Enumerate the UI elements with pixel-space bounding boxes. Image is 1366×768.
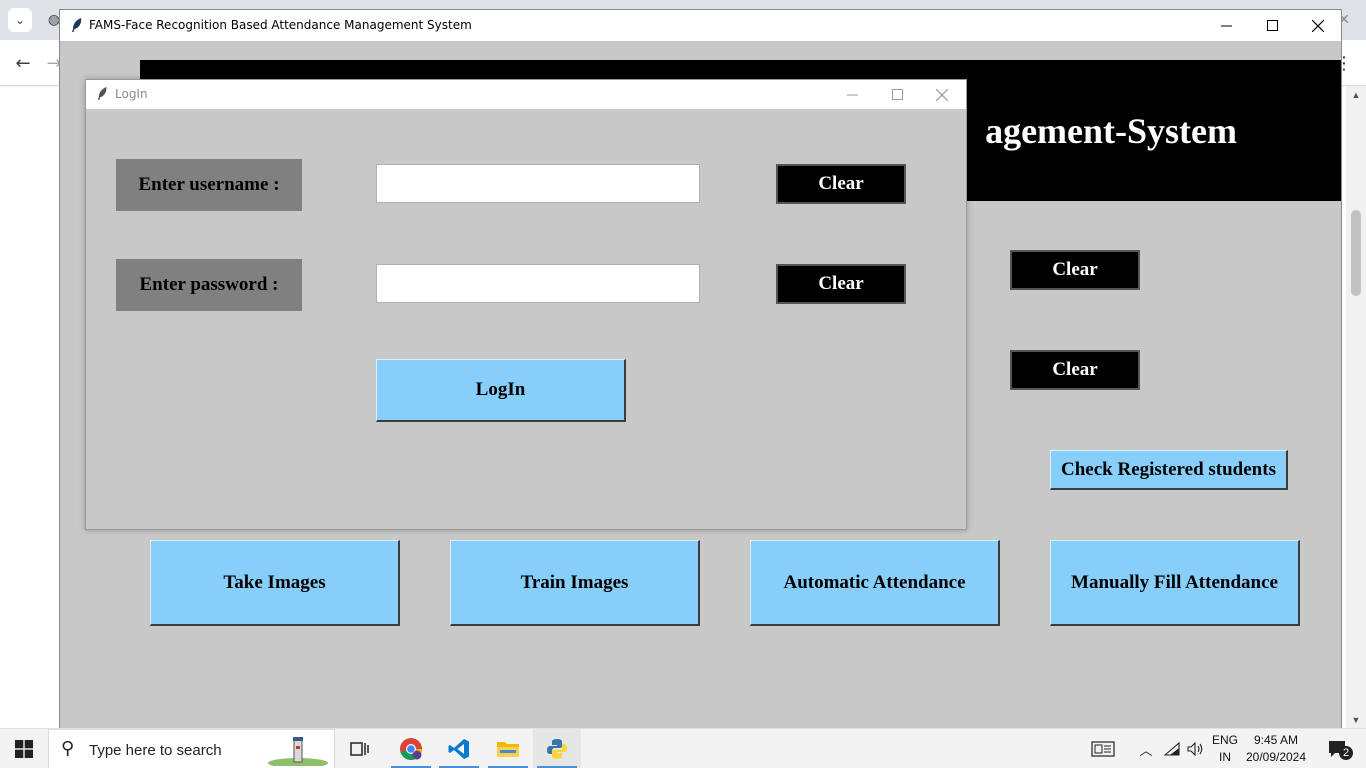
windows-start-icon[interactable]: [0, 729, 48, 768]
automatic-attendance-button[interactable]: Automatic Attendance: [750, 540, 1000, 626]
network-icon[interactable]: [1160, 729, 1184, 768]
take-images-button[interactable]: Take Images: [150, 540, 400, 626]
minimize-icon[interactable]: [1203, 10, 1249, 41]
vscode-icon[interactable]: [435, 729, 483, 768]
search-placeholder: Type here to search: [89, 742, 222, 759]
notifications-icon[interactable]: 2: [1318, 729, 1358, 768]
maximize-icon[interactable]: [874, 80, 920, 109]
chrome-icon[interactable]: [387, 729, 435, 768]
feather-icon: [72, 18, 82, 32]
login-dialog: LogIn Enter username : Clear Enter passw…: [85, 79, 967, 530]
back-arrow-icon[interactable]: ←: [10, 50, 36, 76]
train-images-button[interactable]: Train Images: [450, 540, 700, 626]
maximize-icon[interactable]: [1249, 10, 1295, 41]
close-icon[interactable]: [919, 80, 965, 109]
username-label: Enter username :: [116, 159, 302, 211]
password-label: Enter password :: [116, 259, 302, 311]
file-explorer-icon[interactable]: [484, 729, 532, 768]
python-icon[interactable]: [533, 729, 581, 768]
header-title: agement-System: [985, 111, 1237, 151]
scroll-down-icon[interactable]: ▼: [1346, 712, 1366, 728]
login-button[interactable]: LogIn: [376, 359, 626, 422]
browser-scrollbar[interactable]: ▲ ▼: [1346, 87, 1366, 728]
close-icon[interactable]: [1295, 10, 1341, 41]
login-title-bar[interactable]: LogIn: [86, 80, 966, 109]
language-code: ENG: [1211, 733, 1238, 747]
taskbar-clock[interactable]: 9:45 AM 20/09/2024: [1240, 732, 1312, 766]
password-input[interactable]: [376, 264, 700, 303]
taskbar-search[interactable]: ⚲ Type here to search: [48, 729, 335, 768]
clock-time: 9:45 AM: [1253, 733, 1299, 747]
clear-password-button[interactable]: Clear: [776, 264, 906, 304]
taskbar: ⚲ Type here to search ︿ ENG IN 9:45 AM 2…: [0, 728, 1366, 768]
scroll-up-icon[interactable]: ▲: [1346, 87, 1366, 103]
chevron-down-icon[interactable]: ⌄: [8, 8, 32, 32]
scrollbar-thumb[interactable]: [1351, 210, 1361, 296]
login-dialog-title: LogIn: [115, 87, 148, 101]
search-highlight-image: [268, 737, 328, 766]
notification-count: 2: [1339, 746, 1353, 760]
feather-icon: [97, 87, 107, 100]
username-input[interactable]: [376, 164, 700, 203]
clear-button-1[interactable]: Clear: [1010, 250, 1140, 290]
news-icon[interactable]: [1088, 729, 1118, 768]
clear-button-2[interactable]: Clear: [1010, 350, 1140, 390]
region-code: IN: [1219, 750, 1231, 764]
language-indicator[interactable]: ENG IN: [1210, 732, 1240, 766]
clear-username-button[interactable]: Clear: [776, 164, 906, 204]
search-icon: ⚲: [61, 738, 75, 759]
volume-icon[interactable]: [1184, 729, 1208, 768]
task-view-icon[interactable]: [336, 729, 384, 768]
chevron-up-icon[interactable]: ︿: [1136, 729, 1156, 768]
main-window-title: FAMS-Face Recognition Based Attendance M…: [89, 18, 472, 32]
manually-fill-attendance-button[interactable]: Manually Fill Attendance: [1050, 540, 1300, 626]
main-title-bar[interactable]: FAMS-Face Recognition Based Attendance M…: [60, 10, 1341, 41]
clock-date: 20/09/2024: [1245, 750, 1307, 764]
check-registered-students-button[interactable]: Check Registered students: [1050, 450, 1288, 490]
minimize-icon[interactable]: [829, 80, 875, 109]
